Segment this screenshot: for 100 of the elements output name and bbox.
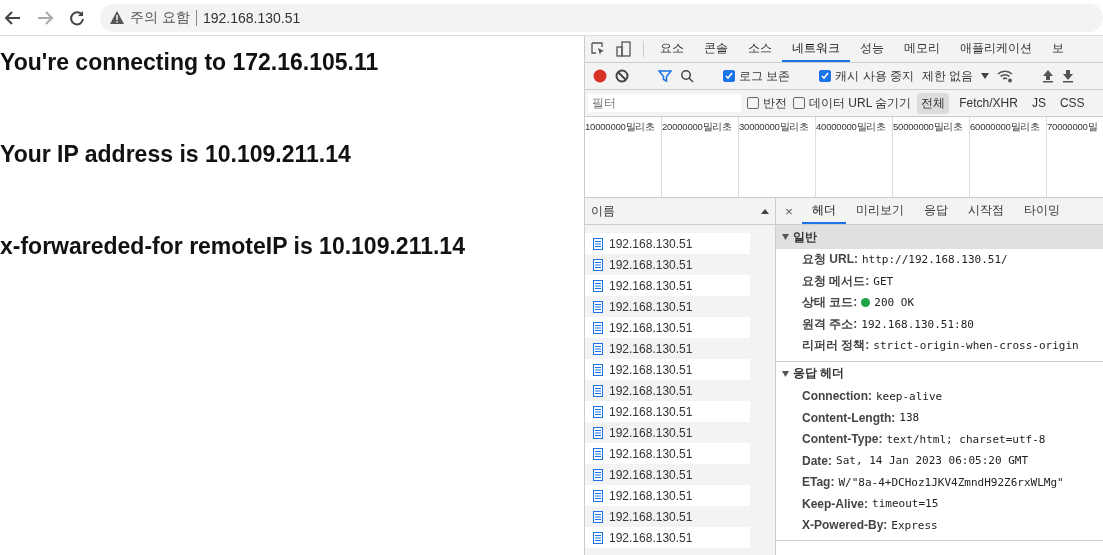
header-value: 138: [899, 411, 920, 425]
devtools-tab[interactable]: 소스: [738, 36, 782, 62]
section-title[interactable]: 일반: [793, 228, 817, 246]
search-icon[interactable]: [680, 69, 694, 83]
resource-type-filter[interactable]: Fetch/XHR: [955, 94, 1022, 112]
header-name: Connection:: [802, 389, 872, 404]
header-value: GET: [873, 274, 894, 288]
resource-type-filter[interactable]: CSS: [1055, 94, 1089, 112]
checkbox-label: 반전: [763, 94, 787, 112]
device-icon[interactable]: [616, 41, 632, 57]
header-name: X-Powered-By:: [802, 518, 888, 533]
checkbox[interactable]: [793, 97, 805, 109]
request-name[interactable]: 192.168.130.51: [609, 383, 693, 398]
checkbox-label: 데이터 URL 숨기기: [809, 94, 912, 112]
document-icon: [593, 468, 603, 481]
filter-icon[interactable]: [658, 69, 672, 83]
detail-tab[interactable]: 미리보기: [846, 198, 914, 224]
column-header[interactable]: 이름: [591, 202, 615, 220]
devtools-tab[interactable]: 성능: [850, 36, 894, 62]
document-icon: [593, 258, 603, 271]
document-icon: [593, 279, 603, 292]
checkbox[interactable]: [747, 97, 759, 109]
devtools-tab[interactable]: 콘솔: [694, 36, 738, 62]
expand-triangle-icon[interactable]: [782, 370, 789, 377]
filter-input[interactable]: 필터: [588, 94, 741, 112]
resource-type-filter[interactable]: JS: [1027, 94, 1050, 112]
devtools-tab[interactable]: 요소: [650, 36, 694, 62]
page-heading: x-forwareded-for remoteIP is 10.109.211.14: [0, 233, 466, 261]
document-icon: [593, 237, 603, 250]
header-value: keep-alive: [876, 389, 943, 403]
detail-tab[interactable]: 시작점: [958, 198, 1014, 224]
detail-tab[interactable]: 타이밍: [1014, 198, 1070, 224]
document-icon: [593, 321, 603, 334]
header-value: text/html; charset=utf-8: [886, 432, 1046, 446]
checkbox[interactable]: [723, 70, 735, 82]
document-icon: [593, 531, 603, 544]
address-bar[interactable]: 주의 요함 192.168.130.51: [100, 3, 1103, 32]
header-name: 요청 URL:: [802, 251, 858, 269]
document-icon: [593, 384, 603, 397]
reload-icon[interactable]: [68, 8, 86, 27]
request-name[interactable]: 192.168.130.51: [609, 509, 693, 524]
page-heading: Your IP address is 10.109.211.14: [0, 141, 352, 169]
request-name[interactable]: 192.168.130.51: [609, 299, 693, 314]
header-value: Sat, 14 Jan 2023 06:05:20 GMT: [836, 454, 1029, 468]
header-name: Date:: [802, 453, 832, 468]
header-value: 192.168.130.51:80: [861, 317, 974, 331]
document-icon: [593, 405, 603, 418]
back-icon[interactable]: [4, 8, 22, 27]
clear-icon[interactable]: [615, 69, 629, 83]
timeline-tick-label: 10000000밀리초: [585, 121, 656, 132]
document-icon: [593, 363, 603, 376]
header-name: 요청 메서드:: [802, 272, 870, 290]
security-warning: 주의 요함: [130, 8, 190, 27]
document-icon: [593, 447, 603, 460]
header-name: Content-Length:: [802, 410, 896, 425]
header-name: 상태 코드:: [802, 294, 858, 312]
header-name: 원격 주소:: [802, 315, 858, 333]
devtools-tab[interactable]: 애플리케이션: [950, 36, 1042, 62]
devtools-tab[interactable]: 메모리: [894, 36, 950, 62]
header-value: http://192.168.130.51/: [862, 253, 1008, 267]
header-name: Keep-Alive:: [802, 496, 869, 511]
document-icon: [593, 489, 603, 502]
section-title[interactable]: 응답 헤더: [793, 365, 845, 382]
header-value: strict-origin-when-cross-origin: [873, 339, 1079, 353]
request-name[interactable]: 192.168.130.51: [609, 341, 693, 356]
record-icon[interactable]: [593, 69, 607, 83]
checkbox-label: 캐시 사용 중지: [835, 67, 914, 85]
upload-icon[interactable]: [1042, 69, 1055, 83]
checkbox[interactable]: [819, 70, 832, 82]
dropdown-caret-icon[interactable]: [981, 73, 990, 79]
timeline-tick-label: 40000000밀리초: [816, 121, 887, 132]
header-value: timeout=15: [872, 497, 939, 511]
timeline-tick-label: 30000000밀리초: [739, 121, 810, 132]
wifi-settings-icon[interactable]: [997, 69, 1014, 83]
header-name: ETag:: [802, 475, 835, 490]
timeline-tick-label: 20000000밀리초: [662, 121, 733, 132]
document-icon: [593, 426, 603, 439]
sort-arrow-icon[interactable]: [761, 208, 769, 214]
devtools-tab[interactable]: 보: [1042, 36, 1074, 62]
document-icon: [593, 300, 603, 313]
timeline-tick-label: 50000000밀리초: [893, 121, 964, 132]
throttling-select[interactable]: 제한 없음: [922, 67, 974, 85]
request-name[interactable]: 192.168.130.51: [609, 257, 693, 272]
header-value: Express: [891, 518, 938, 532]
inspect-icon[interactable]: [590, 41, 606, 57]
request-name[interactable]: 192.168.130.51: [609, 425, 693, 440]
expand-triangle-icon[interactable]: [782, 234, 789, 240]
close-button[interactable]: ×: [776, 198, 802, 224]
detail-tab[interactable]: 응답: [914, 198, 958, 224]
document-icon: [593, 342, 603, 355]
header-value: 200 OK: [874, 296, 915, 310]
checkbox-label: 로그 보존: [739, 67, 791, 85]
download-icon[interactable]: [1062, 69, 1075, 83]
resource-type-filter[interactable]: 전체: [917, 92, 950, 114]
timeline-tick-label: 70000000밀: [1047, 121, 1098, 132]
header-name: Content-Type:: [802, 432, 883, 447]
url-text: 192.168.130.51: [202, 9, 301, 26]
header-name: 리퍼러 정책:: [802, 337, 870, 355]
request-name[interactable]: 192.168.130.51: [609, 467, 693, 482]
timeline-tick-label: 60000000밀리초: [970, 121, 1041, 132]
